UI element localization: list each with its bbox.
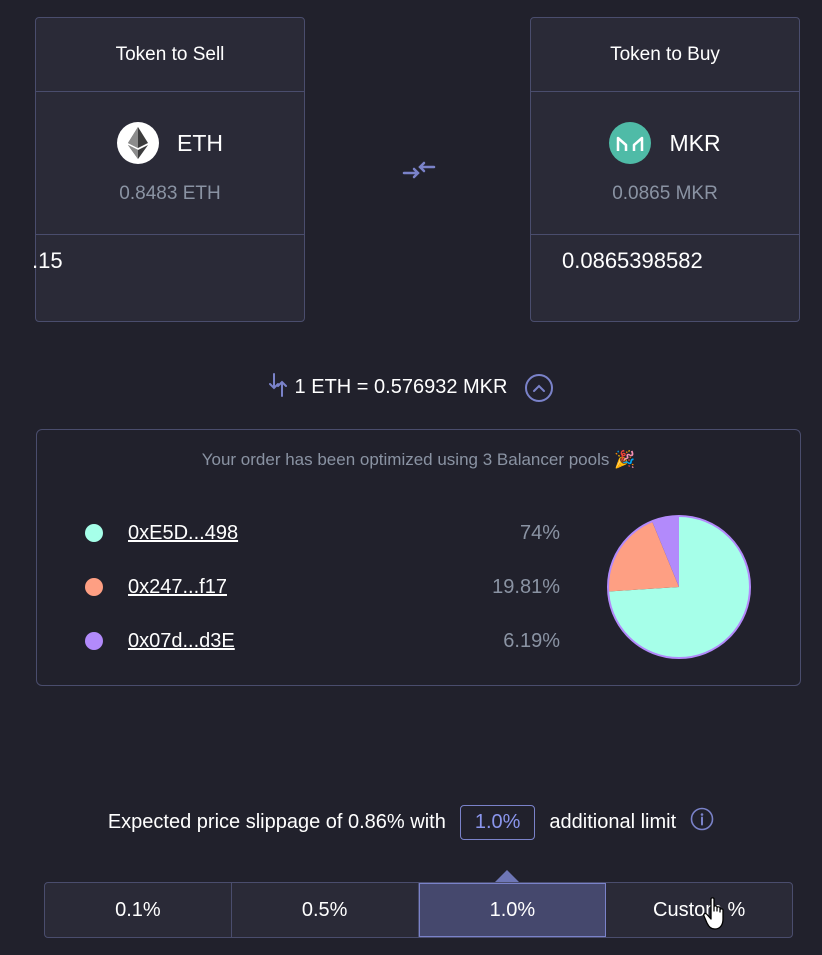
buy-token-selector[interactable]: MKR 0.0865 MKR <box>531 92 799 235</box>
hand-cursor-icon <box>703 897 729 936</box>
maker-icon <box>609 122 652 164</box>
pool-percent: 19.81% <box>492 575 560 598</box>
sell-token-panel: Token to Sell ETH 0.8483 ETH <box>35 17 305 322</box>
slippage-suffix-text: additional limit <box>549 810 677 833</box>
sell-token-symbol: ETH <box>177 129 223 156</box>
sell-token-balance: 0.8483 ETH <box>119 183 221 204</box>
slippage-prefix-text: Expected price slippage of 0.86% with <box>107 810 446 833</box>
sell-amount-input[interactable]: .15 <box>32 248 63 274</box>
buy-amount-input[interactable]: 0.0865398582 <box>562 248 703 274</box>
pools-panel: Your order has been optimized using 3 Ba… <box>36 429 801 686</box>
exchange-rate-text: 1 ETH = 0.576932 MKR <box>294 376 508 398</box>
ethereum-icon <box>117 122 159 164</box>
swap-direction-icon[interactable] <box>402 158 436 187</box>
pool-address-link[interactable]: 0x07d...d3E <box>128 630 235 653</box>
buy-token-symbol: MKR <box>669 129 721 156</box>
slippage-option-0.5[interactable]: 0.5% <box>232 883 419 937</box>
pool-color-dot <box>85 632 103 650</box>
buy-token-panel: Token to Buy MKR 0.0865 MKR <box>530 17 800 322</box>
pool-address-link[interactable]: 0x247...f17 <box>128 576 227 599</box>
pool-row: 0x07d...d3E 6.19% <box>85 626 560 656</box>
buy-panel-header: Token to Buy <box>531 18 799 92</box>
pool-color-dot <box>85 524 103 542</box>
slippage-option-1.0[interactable]: 1.0% <box>418 883 607 937</box>
buy-token-balance: 0.0865 MKR <box>612 183 718 204</box>
rate-toggle-icon[interactable] <box>268 372 287 403</box>
selected-option-pointer <box>495 870 519 882</box>
pools-title: Your order has been optimized using 3 Ba… <box>201 450 610 469</box>
slippage-option-0.1[interactable]: 0.1% <box>45 883 232 937</box>
slippage-option-custom[interactable]: Custom % <box>606 883 792 937</box>
slippage-options: 0.1% 0.5% 1.0% Custom % <box>44 882 793 938</box>
sell-panel-header: Token to Sell <box>36 18 304 92</box>
exchange-rate-row: 1 ETH = 0.576932 MKR <box>0 372 822 403</box>
pool-percent: 6.19% <box>503 629 560 652</box>
slippage-limit-value: 1.0% <box>459 804 536 840</box>
pool-address-link[interactable]: 0xE5D...498 <box>128 522 238 545</box>
party-popper-icon: 🎉 <box>614 450 636 469</box>
sell-token-selector[interactable]: ETH 0.8483 ETH <box>36 92 304 235</box>
pool-row: 0xE5D...498 74% <box>85 518 560 548</box>
info-icon[interactable] <box>690 807 714 837</box>
pool-color-dot <box>85 578 103 596</box>
collapse-chevron-up-icon[interactable] <box>525 373 554 402</box>
pool-percent: 74% <box>519 521 560 544</box>
slippage-row: Expected price slippage of 0.86% with 1.… <box>0 804 822 840</box>
pool-share-pie-chart <box>607 515 751 659</box>
pool-row: 0x247...f17 19.81% <box>85 572 560 602</box>
